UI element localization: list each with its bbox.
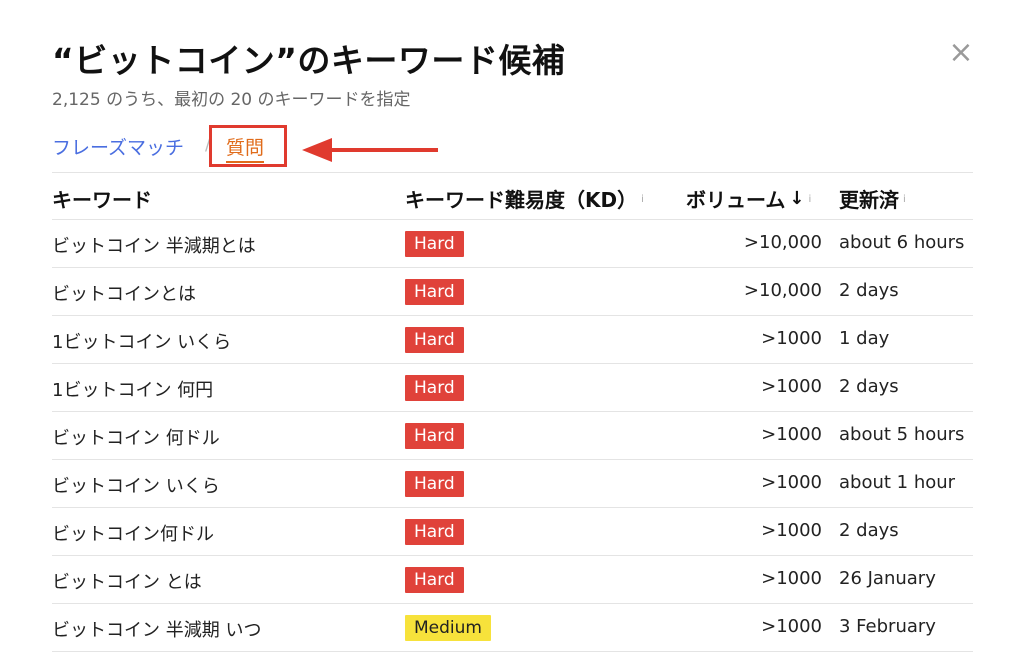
dialog-subtitle: 2,125 のうち、最初の 20 のキーワードを指定 <box>52 90 411 110</box>
dialog-title: “ビットコイン”のキーワード候補 <box>52 41 566 80</box>
table-header: キーワード キーワード難易度（KD） i ボリューム ↓ i 更新済 i <box>52 172 973 220</box>
updated-cell: 2 days <box>839 280 899 301</box>
kd-badge: Medium <box>405 615 491 641</box>
table-row[interactable]: ビットコイン何ドル Hard >1000 2 days <box>52 508 973 556</box>
table-row[interactable]: ビットコイン 半減期 いつ Medium >1000 3 February <box>52 604 973 652</box>
keyword-cell[interactable]: ビットコイン 何ドル <box>52 424 220 450</box>
volume-cell: >1000 <box>761 376 822 397</box>
volume-cell: >1000 <box>761 520 822 541</box>
keyword-cell[interactable]: ビットコイン何ドル <box>52 520 214 546</box>
updated-cell: about 5 hours <box>839 424 965 445</box>
kd-badge: Hard <box>405 279 464 305</box>
kd-badge: Hard <box>405 519 464 545</box>
col-header-kd[interactable]: キーワード難易度（KD） i <box>405 184 644 213</box>
keyword-cell[interactable]: ビットコイン 半減期 いつ <box>52 616 261 642</box>
updated-cell: about 6 hours <box>839 232 965 253</box>
volume-cell: >1000 <box>761 616 822 637</box>
col-header-volume[interactable]: ボリューム ↓ i <box>686 184 811 213</box>
kd-badge: Hard <box>405 375 464 401</box>
keyword-table: キーワード キーワード難易度（KD） i ボリューム ↓ i 更新済 i ビット… <box>52 172 973 652</box>
keyword-cell[interactable]: ビットコイン いくら <box>52 472 220 498</box>
info-icon[interactable]: i <box>641 194 644 205</box>
volume-cell: >10,000 <box>743 280 822 301</box>
tab-phrase-match[interactable]: フレーズマッチ <box>52 133 184 160</box>
updated-cell: 2 days <box>839 376 899 397</box>
volume-cell: >1000 <box>761 472 822 493</box>
kd-badge: Hard <box>405 471 464 497</box>
keyword-cell[interactable]: ビットコイン 半減期とは <box>52 232 256 258</box>
kd-badge: Hard <box>405 231 464 257</box>
keyword-cell[interactable]: ビットコイン とは <box>52 568 202 594</box>
updated-cell: 2 days <box>839 520 899 541</box>
annotation-highlight-box <box>209 125 287 167</box>
table-row[interactable]: 1ビットコイン いくら Hard >1000 1 day <box>52 316 973 364</box>
updated-cell: about 1 hour <box>839 472 956 493</box>
sort-down-icon: ↓ <box>789 188 805 209</box>
table-row[interactable]: ビットコインとは Hard >10,000 2 days <box>52 268 973 316</box>
keyword-cell[interactable]: ビットコインとは <box>52 280 196 306</box>
volume-cell: >1000 <box>761 568 822 589</box>
kd-badge: Hard <box>405 567 464 593</box>
table-row[interactable]: ビットコイン いくら Hard >1000 about 1 hour <box>52 460 973 508</box>
kd-badge: Hard <box>405 423 464 449</box>
updated-cell: 26 January <box>839 568 936 589</box>
info-icon[interactable]: i <box>809 194 812 205</box>
annotation-arrow-icon <box>302 138 438 162</box>
keyword-cell[interactable]: 1ビットコイン いくら <box>52 328 231 354</box>
col-header-updated[interactable]: 更新済 i <box>839 184 906 213</box>
table-row[interactable]: ビットコイン とは Hard >1000 26 January <box>52 556 973 604</box>
col-header-keyword[interactable]: キーワード <box>52 184 152 213</box>
keyword-cell[interactable]: 1ビットコイン 何円 <box>52 376 213 402</box>
updated-cell: 3 February <box>839 616 936 637</box>
close-icon[interactable]: × <box>944 36 978 70</box>
kd-badge: Hard <box>405 327 464 353</box>
volume-cell: >1000 <box>761 328 822 349</box>
volume-cell: >10,000 <box>743 232 822 253</box>
table-row[interactable]: ビットコイン 半減期とは Hard >10,000 about 6 hours <box>52 220 973 268</box>
info-icon[interactable]: i <box>903 194 906 205</box>
updated-cell: 1 day <box>839 328 890 349</box>
table-row[interactable]: 1ビットコイン 何円 Hard >1000 2 days <box>52 364 973 412</box>
volume-cell: >1000 <box>761 424 822 445</box>
table-row[interactable]: ビットコイン 何ドル Hard >1000 about 5 hours <box>52 412 973 460</box>
